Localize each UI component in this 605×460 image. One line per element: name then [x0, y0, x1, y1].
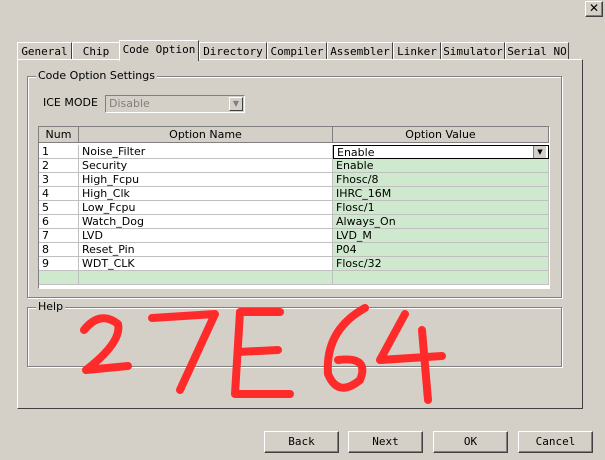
chevron-down-icon[interactable]: ▼: [533, 146, 546, 158]
title-bar: ✕: [0, 0, 605, 18]
back-button[interactable]: Back: [264, 431, 339, 453]
tab-serial-no[interactable]: Serial NO: [505, 42, 569, 59]
row-value[interactable]: [333, 271, 549, 285]
row-num: [39, 271, 79, 285]
header-option-name[interactable]: Option Name: [79, 127, 333, 143]
row-name: [79, 271, 333, 285]
tab-directory[interactable]: Directory: [199, 42, 267, 59]
row-num: 7: [39, 229, 79, 243]
table-row[interactable]: 3 High_Fcpu Fhosc/8: [39, 173, 549, 187]
tab-linker[interactable]: Linker: [393, 42, 441, 59]
help-title: Help: [36, 300, 66, 313]
chevron-down-icon: ▼: [229, 97, 243, 111]
close-button[interactable]: ✕: [585, 1, 603, 17]
row-value[interactable]: Flosc/32: [333, 257, 549, 271]
cancel-button[interactable]: Cancel: [518, 431, 593, 453]
row-name: WDT_CLK: [79, 257, 333, 271]
row-name: Low_Fcpu: [79, 201, 333, 215]
row-num: 2: [39, 159, 79, 173]
tab-compiler[interactable]: Compiler: [267, 42, 327, 59]
row-num: 9: [39, 257, 79, 271]
row-num: 5: [39, 201, 79, 215]
header-option-value[interactable]: Option Value: [333, 127, 549, 143]
close-icon: ✕: [588, 1, 600, 15]
table-row[interactable]: 7 LVD LVD_M: [39, 229, 549, 243]
table-row[interactable]: 6 Watch_Dog Always_On: [39, 215, 549, 229]
row-value[interactable]: P04: [333, 243, 549, 257]
tab-general[interactable]: General: [17, 42, 72, 59]
row-name: Reset_Pin: [79, 243, 333, 257]
row-value[interactable]: Flosc/1: [333, 201, 549, 215]
row-name: High_Fcpu: [79, 173, 333, 187]
row-num: 8: [39, 243, 79, 257]
row-name: Security: [79, 159, 333, 173]
ok-button[interactable]: OK: [433, 431, 508, 453]
group-title: Code Option Settings: [36, 69, 157, 82]
table-row[interactable]: 1 Noise_Filter Enable ▼: [39, 145, 549, 159]
help-group: Help: [27, 300, 562, 367]
tab-simulator[interactable]: Simulator: [441, 42, 505, 59]
ice-mode-value: Disable: [109, 97, 150, 110]
row-name: Watch_Dog: [79, 215, 333, 229]
row-num: 4: [39, 187, 79, 201]
next-button[interactable]: Next: [348, 431, 423, 453]
tab-code-option[interactable]: Code Option: [119, 40, 199, 61]
row-value[interactable]: IHRC_16M: [333, 187, 549, 201]
row-value[interactable]: Enable: [333, 159, 549, 173]
row-num: 6: [39, 215, 79, 229]
table-row[interactable]: 2 Security Enable: [39, 159, 549, 173]
row-name: High_Clk: [79, 187, 333, 201]
tab-chip[interactable]: Chip: [72, 42, 120, 59]
row-name: Noise_Filter: [79, 145, 333, 159]
table-row-empty[interactable]: [39, 271, 549, 285]
table-row[interactable]: 5 Low_Fcpu Flosc/1: [39, 201, 549, 215]
row-num: 3: [39, 173, 79, 187]
value-dropdown[interactable]: Enable ▼: [333, 145, 549, 159]
header-num[interactable]: Num: [39, 127, 79, 143]
table-row[interactable]: 4 High_Clk IHRC_16M: [39, 187, 549, 201]
table-row[interactable]: 9 WDT_CLK Flosc/32: [39, 257, 549, 271]
row-value[interactable]: Fhosc/8: [333, 173, 549, 187]
row-value[interactable]: Always_On: [333, 215, 549, 229]
table-row[interactable]: 8 Reset_Pin P04: [39, 243, 549, 257]
tab-assembler[interactable]: Assembler: [327, 42, 393, 59]
row-value[interactable]: LVD_M: [333, 229, 549, 243]
row-name: LVD: [79, 229, 333, 243]
ice-mode-label: ICE MODE: [43, 96, 98, 109]
row-value: Enable: [337, 146, 375, 159]
ice-mode-select[interactable]: Disable ▼: [105, 95, 245, 113]
code-option-table: Num Option Name Option Value 1 Noise_Fil…: [38, 126, 550, 289]
row-num: 1: [39, 145, 79, 159]
